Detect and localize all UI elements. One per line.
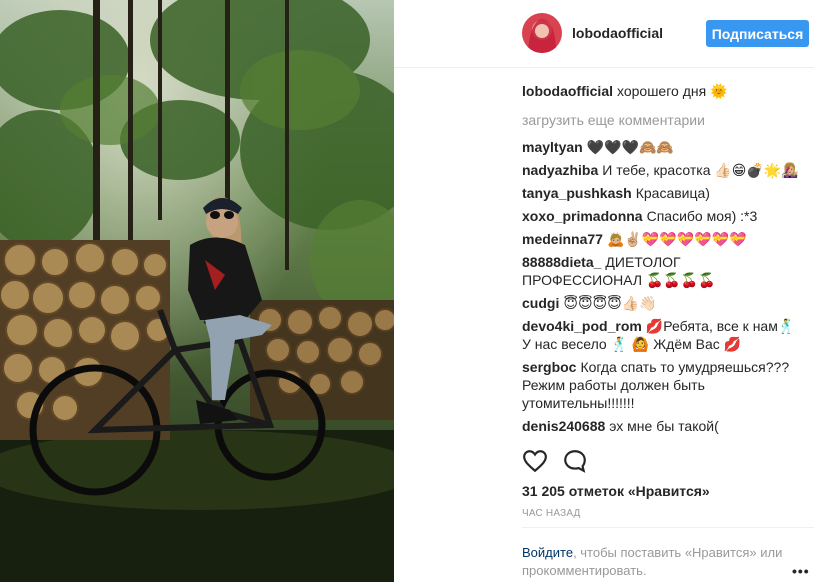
login-link[interactable]: Войдите: [522, 545, 573, 560]
comment-text: эх мне бы такой(: [609, 418, 719, 434]
comment-item: sergboc Когда спать то умудряешься??? Реж…: [522, 358, 800, 412]
comment-author[interactable]: cudgi: [522, 295, 559, 311]
comment-author[interactable]: sergboc: [522, 359, 576, 375]
comment-author[interactable]: tanya_pushkash: [522, 185, 632, 201]
comment-item: devo4ki_pod_rom 💋Ребята, все к нам🕺У нас …: [522, 317, 800, 353]
comment-author[interactable]: 88888dieta_: [522, 254, 601, 270]
avatar[interactable]: [522, 13, 562, 53]
comment-author[interactable]: xoxo_primadonna: [522, 208, 643, 224]
login-prompt: Войдите, чтобы поставить «Нравится» или …: [522, 527, 814, 580]
comment-item: mayltyan 🖤🖤🖤🙈🙈: [522, 138, 800, 156]
comment-author[interactable]: medeinna77: [522, 231, 603, 247]
post-header: lobodaofficial Подписаться: [394, 0, 814, 68]
comment-item: denis240688 эх мне бы такой(: [522, 417, 800, 435]
comment-item: xoxo_primadonna Спасибо моя) :*3: [522, 207, 800, 225]
comment-item: cudgi 😇😇😇😇👍🏻👋🏻: [522, 294, 800, 312]
username-link[interactable]: lobodaofficial: [572, 25, 663, 41]
comment-icon[interactable]: [562, 448, 588, 474]
caption-author[interactable]: lobodaofficial: [522, 83, 613, 99]
load-more-comments-link[interactable]: загрузить еще комментарии: [522, 111, 800, 129]
comment-item: medeinna77 🙇🏼✌🏼💝💝💝💝💝💝: [522, 230, 800, 248]
action-bar: [522, 448, 802, 474]
caption-text: хорошего дня 🌞: [617, 83, 728, 99]
post-timestamp[interactable]: ЧАС НАЗАД: [522, 508, 581, 519]
comment-text: Красавица): [635, 185, 710, 201]
post-panel: lobodaofficial Подписаться lobodaofficia…: [394, 0, 814, 582]
comment-author[interactable]: devo4ki_pod_rom: [522, 318, 642, 334]
caption: lobodaofficial хорошего дня 🌞: [522, 82, 800, 100]
more-options-button[interactable]: •••: [792, 563, 810, 579]
comment-author[interactable]: denis240688: [522, 418, 605, 434]
comment-author[interactable]: mayltyan: [522, 139, 583, 155]
comment-text: 🖤🖤🖤🙈🙈: [586, 139, 674, 155]
post-photo[interactable]: [0, 0, 394, 582]
likes-count[interactable]: 31 205 отметок «Нравится»: [522, 483, 710, 499]
comment-text: 🙇🏼✌🏼💝💝💝💝💝💝: [606, 231, 747, 247]
heart-icon[interactable]: [522, 448, 548, 474]
comment-text: И тебе, красотка 👍🏻😁💣🌟👩🏼‍🎤: [602, 162, 799, 178]
comment-text: Спасибо моя) :*3: [646, 208, 758, 224]
comment-author[interactable]: nadyazhiba: [522, 162, 598, 178]
comment-item: nadyazhiba И тебе, красотка 👍🏻😁💣🌟👩🏼‍🎤: [522, 161, 800, 179]
comments-list: lobodaofficial хорошего дня 🌞 загрузить е…: [522, 82, 800, 440]
comment-item: 88888dieta_ ДИЕТОЛОГ ПРОФЕССИОНАЛ 🍒🍒🍒🍒: [522, 253, 800, 289]
comment-item: tanya_pushkash Красавица): [522, 184, 800, 202]
follow-button[interactable]: Подписаться: [706, 20, 809, 47]
comment-text: 😇😇😇😇👍🏻👋🏻: [563, 295, 657, 311]
photo-image: [0, 0, 394, 582]
